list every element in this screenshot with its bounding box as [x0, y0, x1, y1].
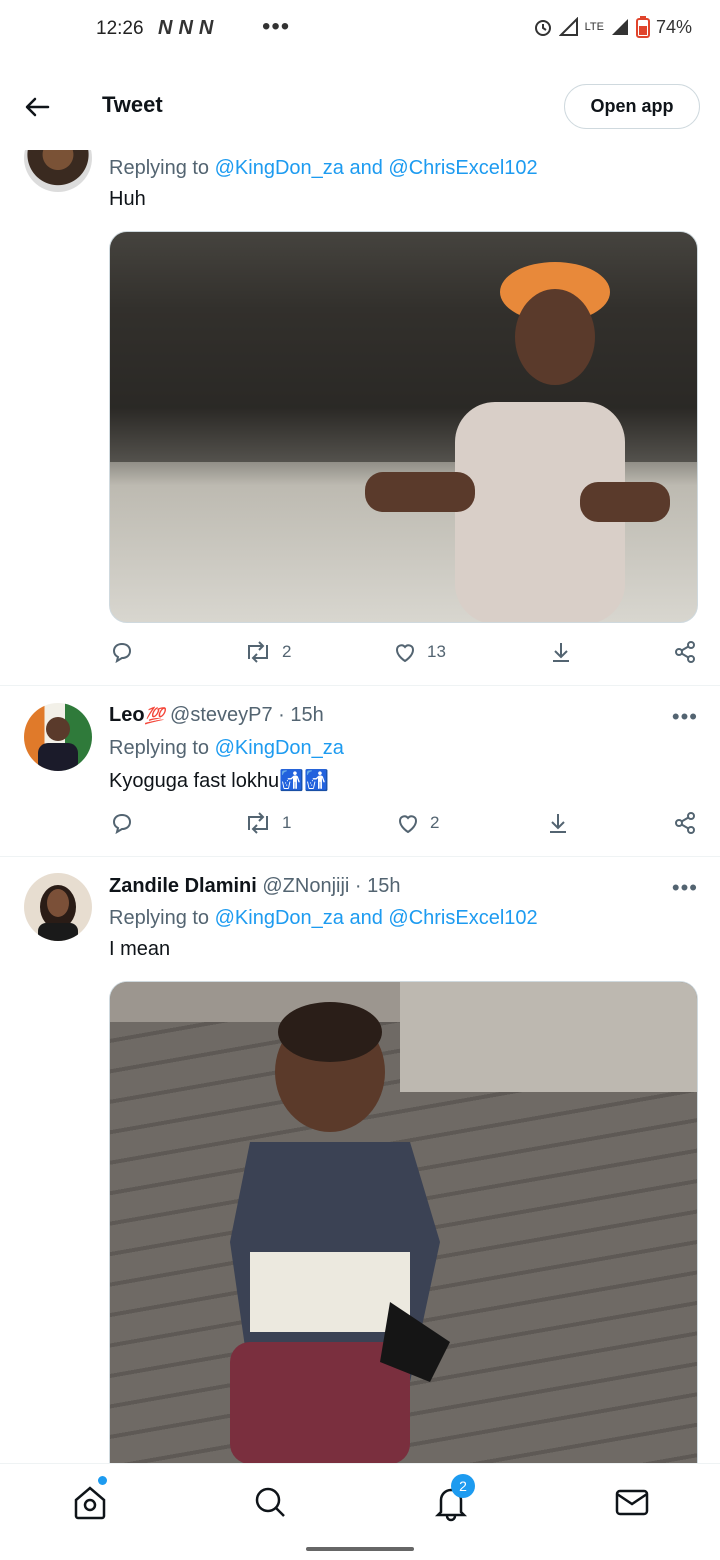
tweet-text: Huh: [109, 188, 146, 210]
author-name[interactable]: Leo: [109, 704, 145, 726]
replying-to: Replying to @KingDon_za: [109, 737, 344, 759]
mention-link[interactable]: @KingDon_za: [215, 907, 344, 929]
tweet-actions: 1 2: [0, 811, 720, 841]
divider: [0, 685, 720, 686]
replying-to: Replying to @KingDon_za and @ChrisExcel1…: [109, 157, 538, 179]
divider: [0, 856, 720, 857]
mention-link[interactable]: @ChrisExcel102: [388, 157, 537, 179]
like-action[interactable]: 2: [396, 811, 439, 835]
mention-link[interactable]: @KingDon_za: [215, 157, 344, 179]
status-bar: 12:26 NNN ••• LTE 74%: [0, 0, 720, 60]
notification-badge: 2: [451, 1474, 475, 1498]
heart-icon: [399, 815, 417, 834]
tweet-text: Kyoguga fast lokhu🚮🚮: [109, 770, 329, 792]
messages-mail-icon[interactable]: [612, 1482, 652, 1522]
hundred-emoji: 💯: [144, 708, 165, 725]
author-name[interactable]: Zandile Dlamini: [109, 875, 257, 897]
tweet-actions: 2 13: [0, 640, 720, 670]
author-handle-time[interactable]: @ZNonjiji · 15h: [262, 875, 400, 897]
retweet-action[interactable]: 1: [244, 811, 291, 835]
litter-emoji: 🚮🚮: [279, 770, 329, 792]
search-icon[interactable]: [250, 1482, 290, 1522]
battery-level: 74%: [655, 16, 692, 37]
share-icon[interactable]: [673, 640, 697, 664]
retweet-action[interactable]: 2: [244, 640, 291, 664]
status-right: LTE 74%: [533, 16, 692, 38]
top-bar: Tweet Open app: [0, 62, 720, 150]
author-line: Zandile Dlamini @ZNonjiji · 15h: [109, 875, 401, 898]
author-handle-time[interactable]: @steveyP7 · 15h: [170, 704, 324, 726]
reply-icon[interactable]: [110, 811, 134, 835]
mention-link[interactable]: @ChrisExcel102: [388, 907, 537, 929]
avatar[interactable]: [24, 873, 92, 941]
tweet-text: I mean: [109, 938, 171, 960]
retweet-count: 1: [282, 813, 292, 832]
network-type: LTE: [584, 20, 604, 33]
bookmark-download-icon[interactable]: [549, 640, 573, 664]
status-time: 12:26: [96, 18, 144, 39]
bottom-nav: [0, 1463, 720, 1560]
more-options-icon[interactable]: •••: [672, 875, 698, 901]
reply-icon[interactable]: [110, 640, 134, 664]
page-title: Tweet: [102, 92, 163, 117]
retweet-count: 2: [282, 642, 292, 661]
retweet-icon: [248, 812, 268, 834]
tweet-photo[interactable]: [109, 981, 698, 1463]
like-count: 2: [430, 813, 440, 832]
open-app-button[interactable]: Open app: [564, 84, 700, 129]
photo-child: [110, 982, 697, 1463]
photo-person: [110, 232, 697, 622]
alarm-icon: [534, 20, 551, 36]
more-notifications-icon: •••: [262, 13, 291, 40]
more-options-icon[interactable]: •••: [672, 704, 698, 730]
signal-icon-2: [611, 19, 628, 35]
notification-icons: NNN: [158, 17, 220, 39]
avatar[interactable]: [24, 703, 92, 771]
heart-icon: [396, 644, 414, 663]
retweet-icon: [248, 641, 268, 663]
gesture-bar[interactable]: [306, 1547, 414, 1551]
tweet-photo[interactable]: [109, 231, 698, 623]
author-line: Leo💯 @steveyP7 · 15h: [109, 704, 324, 727]
bookmark-download-icon[interactable]: [546, 811, 570, 835]
battery-icon: [635, 16, 650, 38]
mention-link[interactable]: @KingDon_za: [215, 737, 344, 759]
home-unread-dot: [98, 1476, 107, 1485]
back-arrow-icon[interactable]: [22, 92, 52, 122]
replying-to: Replying to @KingDon_za and @ChrisExcel1…: [109, 907, 538, 929]
share-icon[interactable]: [673, 811, 697, 835]
like-action[interactable]: 13: [393, 640, 446, 664]
home-icon[interactable]: [70, 1482, 110, 1522]
like-count: 13: [427, 642, 446, 661]
signal-icon: [558, 17, 578, 36]
